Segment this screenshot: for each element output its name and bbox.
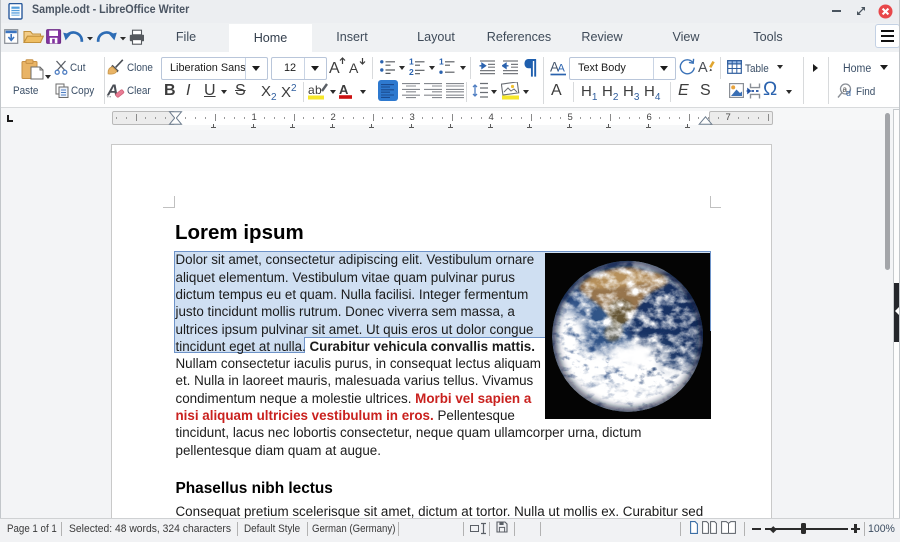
svg-text:A: A [339, 82, 349, 97]
svg-text:2: 2 [409, 67, 414, 76]
svg-text:1: 1 [409, 58, 414, 67]
svg-text:A: A [329, 60, 340, 76]
svg-text:A: A [349, 60, 359, 76]
svg-text:A: A [558, 63, 566, 75]
svg-text:A: A [698, 60, 708, 75]
svg-text:d: d [846, 88, 851, 98]
svg-text:1: 1 [439, 58, 444, 67]
svg-text:a: a [308, 83, 315, 97]
svg-text:b: b [315, 83, 322, 97]
